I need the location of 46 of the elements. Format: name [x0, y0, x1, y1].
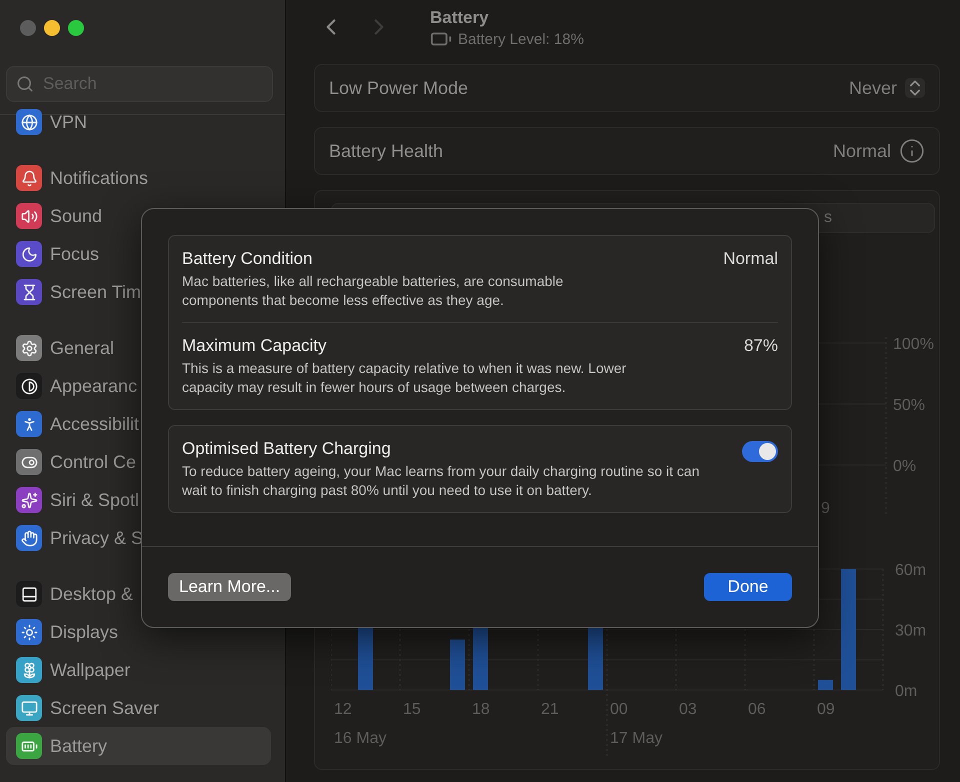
axis-label: 03 [679, 701, 697, 718]
window-button[interactable] [44, 20, 60, 36]
search-icon [16, 75, 34, 93]
setting-label: Battery Health [329, 140, 444, 162]
toggle-switch[interactable] [742, 441, 778, 462]
row-description: Mac batteries, like all rechargeable batteries, are consumable components that become less effective as they age. [182, 272, 564, 310]
usage-bar [450, 640, 465, 690]
row-description: To reduce battery ageing, your Mac learns from your daily charging routine so it can wait to finish charging past 80% until you need to use it on battery. [182, 462, 700, 500]
row-value: 87% [744, 336, 778, 357]
axis-label: 50% [893, 397, 926, 414]
axis-label: 30m [895, 622, 926, 640]
axis-label: 12 [334, 701, 352, 718]
axis-label: 09 [817, 701, 835, 718]
window-button[interactable] [68, 20, 84, 36]
popup-button[interactable]: Never [848, 78, 925, 98]
sidebar-item[interactable]: Screen Saver [6, 689, 271, 727]
axis-label: 18 [472, 701, 490, 718]
axis-label: 0% [893, 458, 916, 475]
row-title: Optimised Battery Charging [182, 439, 392, 459]
row-title: Battery Condition [182, 249, 314, 269]
page-title: Battery [430, 8, 490, 28]
axis-label: 60m [895, 562, 926, 579]
axis-label: 0m [895, 683, 918, 700]
sidebar-item[interactable]: Battery [6, 727, 271, 765]
battery-level: Battery Level: 18% [458, 30, 584, 48]
axis-label: 00 [610, 701, 628, 718]
setting-value: Normal [832, 140, 891, 162]
sidebar-item[interactable]: Sound [6, 197, 271, 235]
row-description: This is a measure of battery capacity relative to when it was new. Lower capacity may result in fewer hours of usage between charges. [182, 359, 628, 397]
info-icon[interactable] [899, 138, 925, 164]
sidebar-item[interactable]: Notifications [6, 159, 271, 197]
row-title: Maximum Capacity [182, 336, 328, 356]
axis-label: 06 [748, 701, 766, 718]
date-label: 16 May [334, 730, 386, 747]
sidebar-item[interactable]: Wallpaper [6, 651, 271, 689]
axis-label: 15 [403, 701, 421, 718]
row-value: Normal [723, 249, 778, 270]
date-label: 17 May [610, 730, 662, 747]
done-button[interactable]: Done [704, 573, 792, 601]
sidebar-item[interactable]: Displays [6, 613, 271, 651]
axis-label: 21 [541, 701, 559, 718]
usage-bar [818, 680, 833, 690]
setting-label: Low Power Mode [329, 78, 468, 98]
axis-label: 100% [893, 336, 934, 353]
learn-more-button[interactable]: Learn More... [168, 573, 292, 601]
sidebar-item[interactable]: VPN [6, 103, 271, 141]
